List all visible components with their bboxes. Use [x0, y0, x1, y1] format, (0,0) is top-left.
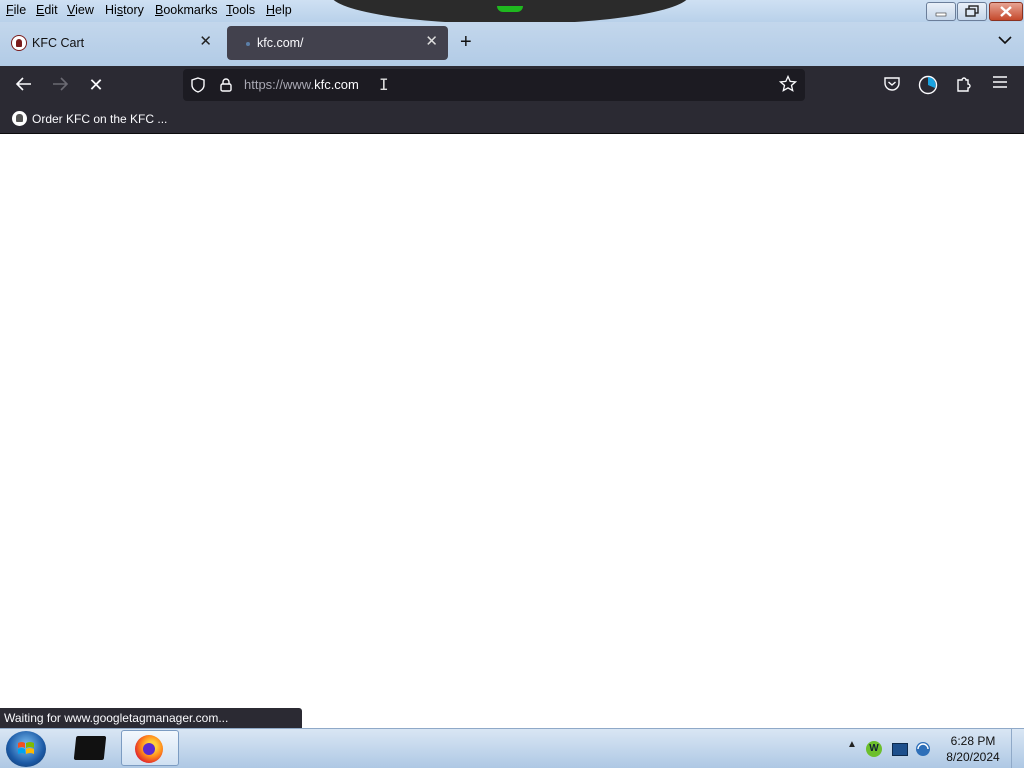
close-icon — [1000, 6, 1012, 17]
system-clock[interactable]: 6:28 PM 8/20/2024 — [940, 733, 1006, 765]
star-icon — [778, 74, 798, 92]
back-button[interactable] — [13, 75, 35, 95]
navigation-toolbar: ✕ https://www.kfc.com I — [0, 66, 1024, 104]
display-tray-icon[interactable] — [892, 743, 908, 756]
window-title-decoration — [330, 0, 690, 24]
tab-strip: KFC Cart ✕ kfc.com/ ✕ + — [0, 22, 1024, 66]
bookmarks-toolbar: Order KFC on the KFC ... — [0, 104, 1024, 134]
text-cursor-icon: I — [379, 75, 389, 94]
back-arrow-icon — [15, 77, 31, 91]
close-tab-icon[interactable]: ✕ — [199, 34, 212, 49]
close-tab-icon[interactable]: ✕ — [425, 34, 438, 49]
pocket-icon — [884, 77, 900, 91]
taskbar: ▲ W 6:28 PM 8/20/2024 — [0, 728, 1024, 768]
tab-title: KFC Cart — [32, 36, 85, 50]
clock-time: 6:28 PM — [950, 734, 996, 748]
close-window-button[interactable] — [989, 2, 1023, 21]
url-domain: kfc.com — [314, 77, 359, 92]
forward-arrow-icon — [53, 77, 69, 91]
url-prefix: https://www. — [244, 77, 315, 92]
firefox-view-button[interactable] — [918, 75, 938, 95]
stop-icon: ✕ — [88, 75, 104, 95]
page-content[interactable] — [0, 134, 1024, 728]
show-desktop-button[interactable] — [1011, 729, 1024, 768]
hamburger-menu-icon — [993, 76, 1007, 88]
kfc-favicon-icon — [11, 35, 27, 51]
bookmark-star-button[interactable] — [778, 74, 798, 96]
stop-loading-button[interactable]: ✕ — [85, 75, 107, 95]
tab-kfc-com[interactable]: kfc.com/ ✕ — [227, 26, 448, 60]
menu-history[interactable]: History — [105, 3, 144, 17]
taskbar-app-terminal[interactable] — [65, 730, 115, 766]
windows-logo-icon — [18, 742, 34, 754]
start-button[interactable] — [6, 731, 46, 767]
menu-bar: File Edit View History Bookmarks Tools H… — [0, 0, 1024, 24]
restore-icon — [965, 5, 979, 17]
restore-button[interactable] — [957, 2, 987, 21]
tracking-protection-shield-icon[interactable] — [191, 77, 205, 93]
minimize-button[interactable] — [926, 2, 956, 21]
new-tab-button[interactable]: + — [460, 32, 472, 52]
app-menu-button[interactable] — [990, 75, 1010, 95]
menu-tools[interactable]: Tools — [226, 3, 255, 17]
url-text[interactable]: https://www.kfc.com — [244, 77, 359, 92]
loading-dot-icon — [246, 42, 250, 46]
chevron-down-icon — [998, 36, 1012, 45]
puzzle-piece-icon — [957, 77, 971, 92]
list-all-tabs-button[interactable] — [998, 33, 1012, 48]
minimize-icon — [935, 12, 947, 17]
show-hidden-icons-button[interactable]: ▲ — [847, 739, 857, 750]
network-tray-icon[interactable] — [915, 741, 931, 757]
menu-help[interactable]: Help — [266, 3, 292, 17]
bookmark-label: Order KFC on the KFC ... — [32, 112, 168, 126]
account-sync-icon — [918, 75, 938, 95]
forward-button[interactable] — [49, 75, 71, 95]
app-window-icon — [73, 736, 107, 760]
clock-date: 8/20/2024 — [946, 750, 1000, 764]
taskbar-app-firefox[interactable] — [121, 730, 179, 766]
tray-app-icon[interactable]: W — [866, 741, 882, 757]
tab-kfc-cart[interactable]: KFC Cart ✕ — [2, 26, 222, 60]
status-panel: Waiting for www.googletagmanager.com... — [0, 708, 302, 728]
menu-bookmarks[interactable]: Bookmarks — [155, 3, 218, 17]
kfc-favicon-icon — [12, 111, 27, 126]
menu-edit[interactable]: Edit — [36, 3, 58, 17]
lock-icon[interactable] — [220, 78, 232, 92]
activity-led — [497, 6, 523, 12]
menu-file[interactable]: File — [6, 3, 26, 17]
pocket-button[interactable] — [882, 75, 902, 95]
firefox-icon — [135, 735, 163, 763]
tab-title: kfc.com/ — [257, 36, 304, 50]
address-bar[interactable]: https://www.kfc.com I — [183, 69, 805, 101]
menu-view[interactable]: View — [67, 3, 94, 17]
extensions-button[interactable] — [954, 75, 974, 95]
